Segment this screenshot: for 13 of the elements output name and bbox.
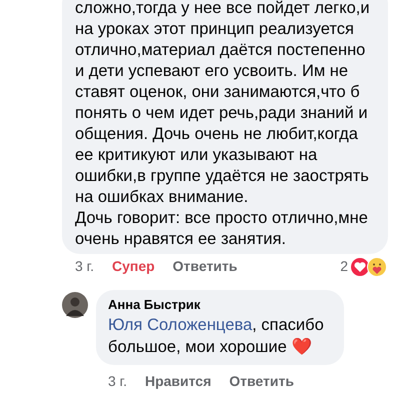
reaction-link[interactable]: Супер: [112, 256, 155, 277]
reply-link[interactable]: Ответить: [229, 371, 294, 392]
reply-link[interactable]: Ответить: [172, 256, 238, 277]
avatar[interactable]: [62, 292, 88, 318]
comment-text: сложно,тогда у нее все пойдет легко,и на уроках этот принцип реализуется отлично,материал даётся постепенно и дети успевают его усвоить. Им не ставят оценок, они занимаются,что б понять о чем идет речь,ради знаний и общения. Дочь очень не любит,когда ее критикуют или указывают на ошибки,в группе удаётся не заострять на ошибках внимание. Дочь говорит: все просто отлично,мне очень нравятся ее занятия.: [75, 0, 371, 250]
mention-link[interactable]: Юля Соложенцева: [108, 316, 252, 334]
like-link[interactable]: Нравится: [144, 371, 212, 392]
reply-time: 3 г.: [108, 372, 127, 391]
hug-emoji-icon: [367, 256, 387, 276]
author-name[interactable]: Анна Быстрик: [108, 296, 330, 314]
reply-text: Юля Соложенцева, спасибо большое, мои хорошие ❤: [108, 315, 325, 358]
reaction-count: 2: [340, 257, 348, 276]
comment-time: 3 г.: [75, 257, 94, 276]
